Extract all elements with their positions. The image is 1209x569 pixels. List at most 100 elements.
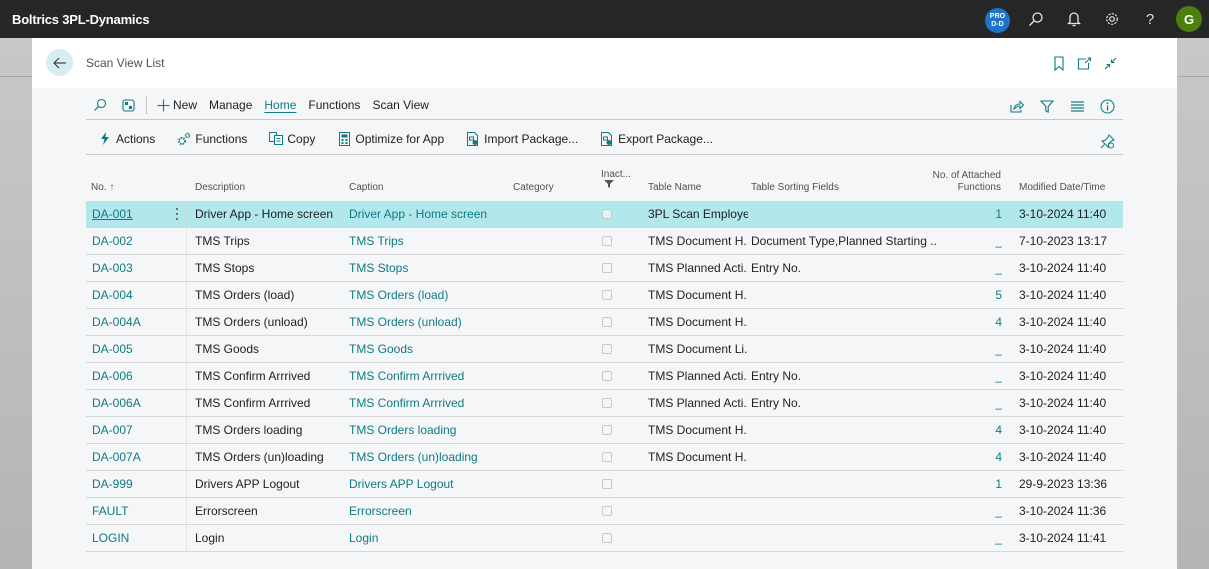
- cell-no[interactable]: DA-002: [92, 228, 172, 254]
- inactive-checkbox[interactable]: [602, 479, 612, 489]
- inactive-checkbox[interactable]: [602, 425, 612, 435]
- help-icon[interactable]: ?: [1140, 9, 1160, 29]
- bookmark-icon[interactable]: [1051, 55, 1067, 71]
- table-row[interactable]: DA-001 Driver App - Home screen Driver A…: [86, 201, 1123, 228]
- cell-no[interactable]: DA-004: [92, 282, 172, 308]
- inactive-checkbox[interactable]: [602, 209, 612, 219]
- tab-functions[interactable]: Functions: [308, 98, 360, 112]
- cell-attached-functions[interactable]: 5: [946, 282, 1002, 308]
- cell-caption[interactable]: TMS Orders loading: [349, 417, 509, 443]
- column-header-modified[interactable]: Modified Date/Time: [1019, 182, 1105, 194]
- cell-caption[interactable]: Login: [349, 525, 509, 551]
- table-row[interactable]: DA-007 TMS Orders loading TMS Orders loa…: [86, 417, 1123, 444]
- cell-attached-functions[interactable]: _: [946, 390, 1002, 416]
- cell-caption[interactable]: TMS Orders (un)loading: [349, 444, 509, 470]
- table-row[interactable]: DA-003 TMS Stops TMS Stops TMS Planned A…: [86, 255, 1123, 282]
- cell-caption[interactable]: TMS Orders (unload): [349, 309, 509, 335]
- cell-no[interactable]: DA-005: [92, 336, 172, 362]
- user-avatar[interactable]: G: [1176, 6, 1202, 32]
- cell-no[interactable]: DA-001: [92, 201, 172, 227]
- cell-caption[interactable]: TMS Trips: [349, 228, 509, 254]
- cell-caption[interactable]: Driver App - Home screen: [349, 201, 509, 227]
- inactive-checkbox[interactable]: [602, 506, 612, 516]
- table-row[interactable]: DA-002 TMS Trips TMS Trips TMS Document …: [86, 228, 1123, 255]
- table-row[interactable]: DA-999 Drivers APP Logout Drivers APP Lo…: [86, 471, 1123, 498]
- open-new-window-icon[interactable]: [1076, 55, 1092, 71]
- table-row[interactable]: DA-004A TMS Orders (unload) TMS Orders (…: [86, 309, 1123, 336]
- search-list-icon[interactable]: [90, 95, 110, 115]
- column-header-description[interactable]: Description: [195, 182, 245, 194]
- cell-no[interactable]: LOGIN: [92, 525, 172, 551]
- cell-no[interactable]: FAULT: [92, 498, 172, 524]
- new-button[interactable]: New: [157, 98, 197, 112]
- table-row[interactable]: LOGIN Login Login _ 3-10-2024 11:41: [86, 525, 1123, 552]
- cell-no[interactable]: DA-003: [92, 255, 172, 281]
- cell-attached-functions[interactable]: _: [946, 255, 1002, 281]
- cell-attached-functions[interactable]: _: [946, 498, 1002, 524]
- collapse-icon[interactable]: [1102, 55, 1118, 71]
- share-icon[interactable]: [1007, 96, 1027, 116]
- export-package-button[interactable]: Export Package...: [600, 131, 713, 146]
- cell-attached-functions[interactable]: 4: [946, 417, 1002, 443]
- cell-no[interactable]: DA-007: [92, 417, 172, 443]
- analysis-mode-icon[interactable]: [118, 95, 138, 115]
- inactive-checkbox[interactable]: [602, 290, 612, 300]
- actions-button[interactable]: Actions: [98, 132, 155, 146]
- tab-scan-view[interactable]: Scan View: [372, 98, 428, 112]
- functions-button[interactable]: Functions: [177, 132, 247, 146]
- table-row[interactable]: DA-006 TMS Confirm Arrrived TMS Confirm …: [86, 363, 1123, 390]
- cell-caption[interactable]: Drivers APP Logout: [349, 471, 509, 497]
- column-header-no[interactable]: No. ↑: [91, 182, 114, 194]
- cell-no[interactable]: DA-006: [92, 363, 172, 389]
- info-icon[interactable]: [1097, 96, 1117, 116]
- table-row[interactable]: DA-005 TMS Goods TMS Goods TMS Document …: [86, 336, 1123, 363]
- table-row[interactable]: DA-004 TMS Orders (load) TMS Orders (loa…: [86, 282, 1123, 309]
- row-menu-icon[interactable]: [172, 207, 182, 221]
- cell-caption[interactable]: TMS Confirm Arrrived: [349, 363, 509, 389]
- tab-manage[interactable]: Manage: [209, 98, 252, 112]
- inactive-checkbox[interactable]: [602, 263, 612, 273]
- inactive-checkbox[interactable]: [602, 371, 612, 381]
- cell-attached-functions[interactable]: 1: [946, 201, 1002, 227]
- column-header-category[interactable]: Category: [513, 182, 554, 194]
- app-title[interactable]: Boltrics 3PL-Dynamics: [12, 12, 150, 27]
- cell-attached-functions[interactable]: 4: [946, 309, 1002, 335]
- copy-button[interactable]: Copy: [269, 132, 315, 146]
- cell-caption[interactable]: TMS Orders (load): [349, 282, 509, 308]
- cell-no[interactable]: DA-006A: [92, 390, 172, 416]
- list-view-icon[interactable]: [1067, 96, 1087, 116]
- filter-icon[interactable]: [1037, 96, 1057, 116]
- cell-attached-functions[interactable]: 4: [946, 444, 1002, 470]
- cell-no[interactable]: DA-004A: [92, 309, 172, 335]
- cell-attached-functions[interactable]: _: [946, 336, 1002, 362]
- inactive-checkbox[interactable]: [602, 398, 612, 408]
- inactive-checkbox[interactable]: [602, 533, 612, 543]
- table-row[interactable]: FAULT Errorscreen Errorscreen _ 3-10-202…: [86, 498, 1123, 525]
- cell-no[interactable]: DA-999: [92, 471, 172, 497]
- inactive-checkbox[interactable]: [602, 236, 612, 246]
- bell-icon[interactable]: [1064, 9, 1084, 29]
- inactive-checkbox[interactable]: [602, 344, 612, 354]
- cell-caption[interactable]: TMS Stops: [349, 255, 509, 281]
- pin-icon[interactable]: [1097, 131, 1117, 151]
- column-header-table-sorting-fields[interactable]: Table Sorting Fields: [751, 182, 839, 194]
- import-package-button[interactable]: Import Package...: [466, 131, 578, 146]
- table-row[interactable]: DA-006A TMS Confirm Arrrived TMS Confirm…: [86, 390, 1123, 417]
- environment-badge[interactable]: PRO D-D: [985, 8, 1010, 33]
- cell-attached-functions[interactable]: _: [946, 363, 1002, 389]
- optimize-for-app-button[interactable]: Optimize for App: [337, 131, 444, 146]
- column-header-attached-functions[interactable]: No. of Attached Functions: [933, 170, 1001, 194]
- search-icon[interactable]: [1026, 9, 1046, 29]
- tab-home[interactable]: Home: [264, 98, 296, 112]
- cell-no[interactable]: DA-007A: [92, 444, 172, 470]
- cell-caption[interactable]: TMS Goods: [349, 336, 509, 362]
- gear-icon[interactable]: [1102, 9, 1122, 29]
- cell-attached-functions[interactable]: _: [946, 228, 1002, 254]
- column-header-caption[interactable]: Caption: [349, 182, 383, 194]
- table-row[interactable]: DA-007A TMS Orders (un)loading TMS Order…: [86, 444, 1123, 471]
- inactive-checkbox[interactable]: [602, 317, 612, 327]
- inactive-checkbox[interactable]: [602, 452, 612, 462]
- cell-caption[interactable]: Errorscreen: [349, 498, 509, 524]
- cell-attached-functions[interactable]: 1: [946, 471, 1002, 497]
- cell-attached-functions[interactable]: _: [946, 525, 1002, 551]
